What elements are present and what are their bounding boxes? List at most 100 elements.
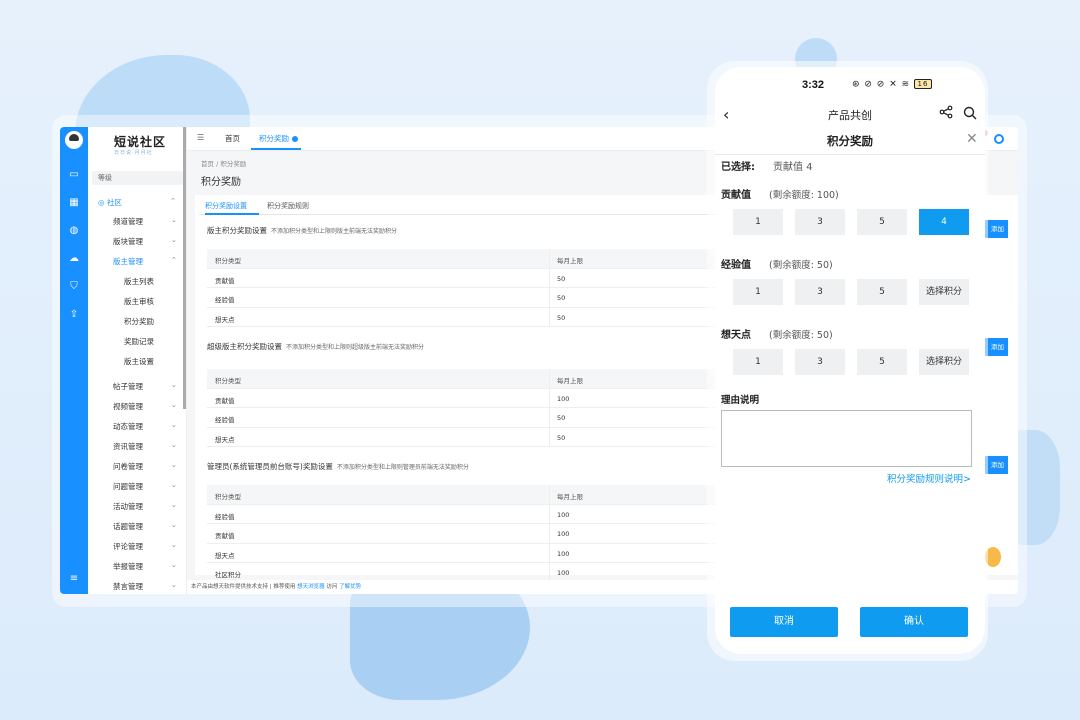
avatar[interactable]: [65, 131, 83, 149]
icon-rail: ▭ ▦ ◍ ☁ ⛉ ⇪ ≡: [60, 127, 88, 594]
active-tab-indicator: [251, 148, 301, 150]
phone-screen: 3:32 ⊛ ⊘ ⊘ ✕ ≋ 16 ‹ 产品共创 积分奖励 ✕ 已选择: 贡献值…: [715, 67, 985, 654]
selected-label: 已选择:: [721, 162, 755, 173]
table-row: 贡献值 100: [207, 388, 727, 408]
section-title: 管理员(系统管理员前台账号)奖励设置 不添加积分类型和上限则管理员前端无法奖励积分: [207, 462, 469, 471]
sidebar-item-moderator[interactable]: 版主管理 ⌃: [113, 256, 177, 267]
divider: [715, 154, 985, 155]
table-row: 经验值 50: [207, 408, 727, 428]
group-quota: (剩余额度: 100): [769, 190, 839, 201]
section-title: 版主积分奖励设置 不添加积分类型和上限则版主前端无法奖励积分: [207, 226, 398, 235]
option-button-selected[interactable]: 4: [919, 209, 969, 235]
status-icons: ⊛ ⊘ ⊘ ✕ ≋ 16: [852, 79, 933, 90]
cancel-button[interactable]: 取消: [730, 607, 838, 637]
tab-points-reward[interactable]: 积分奖励: [259, 133, 298, 144]
table-row: 经验值 100: [207, 504, 727, 524]
status-time: 3:32: [802, 79, 825, 91]
moderator-table: 积分类型 每月上限 贡献值 50 经验值 50 想天点 50: [207, 249, 727, 327]
option-button[interactable]: 3: [795, 279, 845, 305]
sidebar-item-more[interactable]: 评论管理 ⌄: [113, 541, 177, 552]
shield-icon[interactable]: ⛉: [68, 281, 80, 293]
sidebar-item-more[interactable]: 禁言管理 ⌄: [113, 581, 177, 592]
sidebar-item-community[interactable]: ◎ 社区 ⌃: [98, 197, 176, 208]
sidebar-item-more[interactable]: 举报管理 ⌄: [113, 561, 177, 572]
sidebar-subitem-setting[interactable]: 版主设置: [124, 356, 154, 367]
table-header: 积分类型 每月上限: [207, 369, 727, 389]
search-icon[interactable]: [963, 106, 977, 120]
group-label-contrib: 贡献值: [721, 190, 751, 201]
table-row: 想天点 100: [207, 543, 727, 563]
sidebar-subitem-list[interactable]: 版主列表: [124, 276, 154, 287]
sidebar-item-more[interactable]: 动态管理 ⌄: [113, 421, 177, 432]
share-icon[interactable]: [939, 105, 953, 119]
super-moderator-table: 积分类型 每月上限 贡献值 100 经验值 50 想天点 50: [207, 369, 727, 447]
sidebar-subitem-record[interactable]: 奖励记录: [124, 336, 154, 347]
subtab-rules[interactable]: 积分奖励规则: [267, 201, 309, 211]
sidebar-item-board[interactable]: 版块管理 ⌄: [113, 236, 177, 247]
grid-icon[interactable]: ▦: [68, 197, 80, 209]
section-title: 超级版主积分奖励设置 不添加积分类型和上限则超级版主前端无法奖励积分: [207, 342, 425, 351]
collapse-icon[interactable]: ☰: [197, 133, 204, 142]
table-header: 积分类型 每月上限: [207, 485, 727, 505]
logo-subtitle: 日日说·月月社: [114, 150, 153, 156]
table-row: 贡献值 100: [207, 524, 727, 544]
group-label-xtd: 想天点: [721, 330, 751, 341]
choose-points-button[interactable]: 选择积分: [919, 279, 969, 305]
sidebar-search-input[interactable]: 等级: [92, 171, 184, 185]
divider: [199, 214, 719, 215]
group-quota: (剩余额度: 50): [769, 260, 833, 271]
admin-table: 积分类型 每月上限 经验值 100 贡献值 100 想天点 100 社区积分 100: [207, 485, 727, 583]
sidebar-item-more[interactable]: 问题管理 ⌄: [113, 481, 177, 492]
monitor-icon[interactable]: ▭: [68, 169, 80, 181]
browser-link[interactable]: 想天浏览器: [297, 584, 325, 590]
globe-icon[interactable]: ◍: [68, 225, 80, 237]
sidebar-item-more[interactable]: 问卷管理 ⌄: [113, 461, 177, 472]
modal-title: 积分奖励: [827, 134, 873, 148]
breadcrumb: 首页 / 积分奖励: [201, 160, 247, 168]
sidebar-item-more[interactable]: 活动管理 ⌄: [113, 501, 177, 512]
close-icon[interactable]: ✕: [966, 131, 978, 147]
learn-more-link[interactable]: 了解优势: [339, 584, 361, 590]
table-row: 贡献值 50: [207, 268, 727, 288]
tab-home[interactable]: 首页: [225, 133, 240, 144]
sidebar-subitem-review[interactable]: 版主审核: [124, 296, 154, 307]
page-title: 积分奖励: [201, 177, 241, 188]
table-row: 经验值 50: [207, 288, 727, 308]
option-button[interactable]: 5: [857, 279, 907, 305]
table-header: 积分类型 每月上限: [207, 249, 727, 269]
menu-icon[interactable]: ≡: [68, 573, 80, 585]
sidebar-scrollbar[interactable]: [183, 127, 186, 409]
reason-input[interactable]: [721, 410, 972, 467]
reason-label: 理由说明: [721, 395, 760, 406]
selected-value: 贡献值 4: [773, 162, 813, 173]
logo: 短说社区: [114, 135, 167, 149]
option-button[interactable]: 3: [795, 349, 845, 375]
option-button[interactable]: 5: [857, 209, 907, 235]
table-row: 想天点 50: [207, 307, 727, 327]
subtab-settings[interactable]: 积分奖励设置: [205, 201, 247, 211]
option-button[interactable]: 3: [795, 209, 845, 235]
option-button[interactable]: 1: [733, 279, 783, 305]
active-subtab-indicator: [205, 213, 259, 215]
sidebar-item-channel[interactable]: 频道管理 ⌄: [113, 216, 177, 227]
brand-icon[interactable]: [994, 134, 1004, 144]
rules-link[interactable]: 积分奖励规则说明>: [887, 471, 971, 485]
sidebar-item-more[interactable]: 帖子管理 ⌄: [113, 381, 177, 392]
sidebar-item-more[interactable]: 话题管理 ⌄: [113, 521, 177, 532]
group-quota: (剩余额度: 50): [769, 330, 833, 341]
choose-points-button[interactable]: 选择积分: [919, 349, 969, 375]
option-button[interactable]: 1: [733, 349, 783, 375]
table-row: 想天点 50: [207, 427, 727, 447]
close-tab-icon[interactable]: [292, 136, 298, 142]
option-button[interactable]: 5: [857, 349, 907, 375]
sidebar-item-more[interactable]: 视频管理 ⌄: [113, 401, 177, 412]
confirm-button[interactable]: 确认: [860, 607, 968, 637]
group-label-exp: 经验值: [721, 260, 751, 271]
sidebar-subitem-reward[interactable]: 积分奖励: [124, 316, 154, 327]
sidebar-item-more[interactable]: 资讯管理 ⌄: [113, 441, 177, 452]
battery-icon: 16: [914, 79, 933, 89]
sidebar: 短说社区 日日说·月月社 等级 ◎ 社区 ⌃ 频道管理 ⌄ 版块管理 ⌄ 版主管理 ⌃ …: [88, 127, 187, 594]
cloud-upload-icon[interactable]: ⇪: [68, 309, 80, 321]
cloud-icon[interactable]: ☁: [68, 253, 80, 265]
option-button[interactable]: 1: [733, 209, 783, 235]
